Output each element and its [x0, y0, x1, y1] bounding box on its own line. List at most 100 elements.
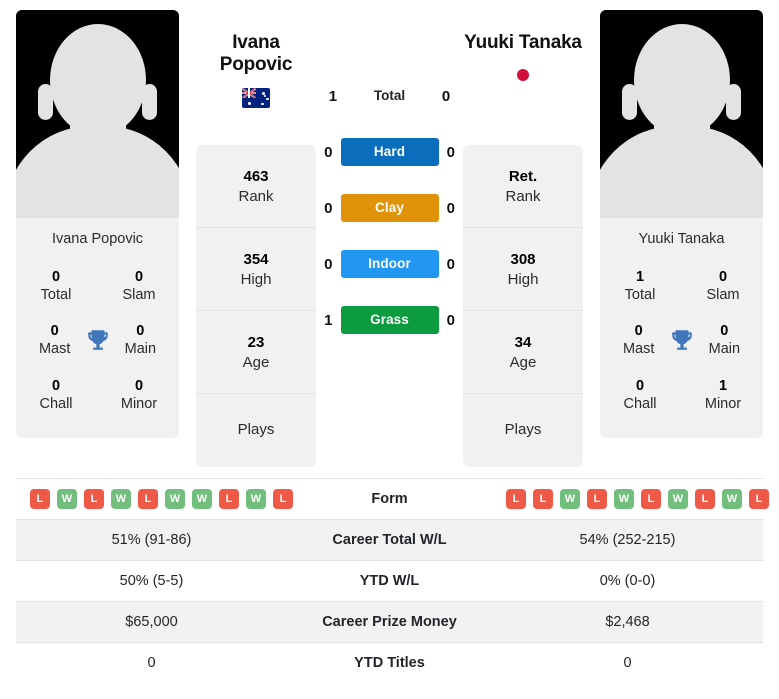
- titles-slam-value: 0: [134, 269, 144, 285]
- left-rank-value: 463: [243, 168, 269, 185]
- form-badge-l: L: [587, 489, 607, 509]
- comparison-header: Ivana Popovic 0 Total 0 Slam 0 Mast 0 Ma…: [0, 0, 779, 470]
- titles-mast-label: Mast: [622, 341, 655, 358]
- surface-pill-indoor[interactable]: Indoor: [340, 250, 439, 278]
- titles-row: 0 Total 0 Slam: [22, 259, 173, 313]
- titles-minor-label: Minor: [120, 395, 158, 412]
- right-age-stat: 34 Age: [463, 311, 583, 394]
- right-age-label: Age: [509, 353, 537, 371]
- right-player-panel: Yuuki Tanaka 1 Total 0 Slam 0 Mast 0 Mai…: [600, 10, 763, 438]
- right-player-photo: [600, 10, 763, 218]
- australia-flag-icon: [242, 87, 270, 108]
- form-badge-l: L: [30, 489, 50, 509]
- titles-main-label: Main: [124, 341, 157, 358]
- titles-slam-label: Slam: [122, 287, 156, 304]
- left-age-stat: 23 Age: [196, 311, 316, 394]
- right-player-photo-caption: Yuuki Tanaka: [600, 218, 763, 259]
- row-label-career-prize-money: Career Prize Money: [322, 614, 457, 630]
- titles-mast-value: 0: [50, 323, 59, 340]
- left-stat-card: 463 Rank 354 High 23 Age Plays: [196, 145, 316, 467]
- left-career-prize-money: $65,000: [125, 614, 178, 630]
- h2h-clay-left-score: 0: [324, 199, 333, 217]
- right-high-value: 308: [510, 251, 536, 268]
- left-ytd-titles: 0: [147, 655, 156, 672]
- h2h-total-label: Total: [373, 88, 406, 103]
- h2h-total-row: 1 Total 0: [316, 68, 463, 124]
- left-player-card[interactable]: Ivana Popovic 0 Total 0 Slam 0 Mast 0 Ma…: [16, 10, 179, 438]
- titles-mast-label: Mast: [38, 341, 71, 358]
- h2h-clay-row: 0 Clay 0: [316, 180, 463, 236]
- titles-chall-value: 0: [51, 377, 61, 394]
- titles-main: 0 Main: [698, 322, 751, 358]
- right-high-label: High: [507, 270, 539, 288]
- table-row-career-total-wl: 51% (91-86) Career Total W/L 54% (252-21…: [16, 519, 763, 561]
- right-career-total-wl: 54% (252-215): [579, 532, 676, 548]
- titles-mast: 0 Mast: [28, 322, 81, 358]
- titles-chall-label: Chall: [39, 395, 73, 412]
- titles-minor-value: 1: [718, 377, 728, 394]
- form-badge-w: W: [111, 489, 131, 509]
- titles-chall-value: 0: [635, 377, 645, 394]
- right-ytd-titles: 0: [623, 655, 632, 672]
- h2h-hard-right-score: 0: [446, 143, 455, 161]
- h2h-indoor-row: 0 Indoor 0: [316, 236, 463, 292]
- right-ytd-wl: 0% (0-0): [599, 573, 656, 589]
- left-player-panel: Ivana Popovic 0 Total 0 Slam 0 Mast 0 Ma…: [16, 10, 179, 438]
- right-rank-value: Ret.: [508, 168, 538, 185]
- left-age-label: Age: [242, 353, 270, 371]
- right-player-stats-column: Yuuki Tanaka Ret. Rank 308 High 34 Age P…: [463, 10, 583, 467]
- titles-minor: 0 Minor: [111, 377, 167, 413]
- left-player-name: Ivana Popovic: [196, 32, 316, 77]
- left-high-value: 354: [243, 251, 269, 268]
- surface-pill-grass[interactable]: Grass: [340, 306, 439, 334]
- titles-slam: 0 Slam: [695, 268, 751, 304]
- left-player-name-block: Ivana Popovic: [196, 10, 316, 145]
- form-badge-w: W: [560, 489, 580, 509]
- right-rank-label: Rank: [505, 187, 541, 205]
- form-badge-l: L: [749, 489, 769, 509]
- table-row-ytd-wl: 50% (5-5) YTD W/L 0% (0-0): [16, 560, 763, 602]
- left-high-stat: 354 High: [196, 228, 316, 311]
- titles-chall-label: Chall: [623, 395, 657, 412]
- right-form-badges: LLWLWLWLWL: [506, 489, 769, 509]
- form-badge-l: L: [138, 489, 158, 509]
- row-label-career-total-wl: Career Total W/L: [332, 532, 447, 548]
- left-form-badges: LWLWLWWLWL: [30, 489, 293, 509]
- titles-main: 0 Main: [114, 322, 167, 358]
- right-high-stat: 308 High: [463, 228, 583, 311]
- surface-pill-hard[interactable]: Hard: [340, 138, 439, 166]
- left-player-photo: [16, 10, 179, 218]
- form-badge-w: W: [192, 489, 212, 509]
- h2h-grass-row: 1 Grass 0: [316, 292, 463, 348]
- titles-slam: 0 Slam: [111, 268, 167, 304]
- h2h-total-left-score: 1: [328, 87, 338, 105]
- trophy-icon: [81, 323, 113, 357]
- left-rank-stat: 463 Rank: [196, 145, 316, 228]
- row-label-ytd-wl: YTD W/L: [359, 573, 420, 589]
- form-badge-w: W: [722, 489, 742, 509]
- right-player-card[interactable]: Yuuki Tanaka 1 Total 0 Slam 0 Mast 0 Mai…: [600, 10, 763, 438]
- left-plays-stat: Plays: [196, 394, 316, 467]
- titles-row: 1 Total 0 Slam: [606, 259, 757, 313]
- titles-slam-value: 0: [718, 269, 728, 285]
- titles-row: 0 Mast 0 Main: [606, 313, 757, 367]
- comparison-stats-table: LWLWLWWLWL Form LLWLWLWLWL 51% (91-86) C…: [16, 478, 769, 684]
- left-player-stats-column: Ivana Popovic 463 Rank 354 High 23 Age P…: [196, 10, 316, 467]
- left-player-name-line2: Popovic: [219, 54, 293, 76]
- titles-chall: 0 Chall: [612, 377, 668, 413]
- titles-total-value: 1: [635, 269, 645, 285]
- h2h-grass-left-score: 1: [324, 311, 333, 329]
- h2h-hard-left-score: 0: [324, 143, 333, 161]
- h2h-total-right-score: 0: [441, 87, 451, 105]
- h2h-indoor-left-score: 0: [324, 255, 333, 273]
- row-label-form: Form: [371, 491, 408, 507]
- left-high-label: High: [240, 270, 272, 288]
- surface-pill-clay[interactable]: Clay: [340, 194, 439, 222]
- head-to-head-column: 1 Total 0 0 Hard 0 0 Clay 0 0 Indoor 0 1…: [316, 10, 463, 348]
- titles-total: 0 Total: [28, 268, 84, 304]
- titles-mast: 0 Mast: [612, 322, 665, 358]
- titles-main-label: Main: [708, 341, 741, 358]
- form-badge-w: W: [165, 489, 185, 509]
- titles-mast-value: 0: [634, 323, 643, 340]
- form-badge-l: L: [84, 489, 104, 509]
